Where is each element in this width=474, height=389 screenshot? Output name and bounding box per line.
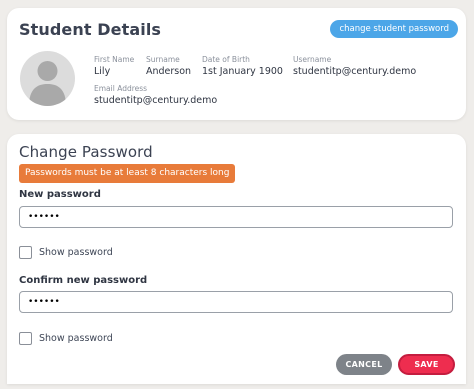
surname-label: Surname	[146, 55, 180, 64]
change-password-card: Change Password Passwords must be at lea…	[7, 134, 466, 384]
cancel-button[interactable]: CANCEL	[336, 354, 392, 375]
new-password-label: New password	[19, 189, 101, 200]
first-name-value: Lily	[94, 66, 111, 77]
student-details-card: Student Details change student password …	[7, 8, 466, 120]
first-name-label: First Name	[94, 55, 135, 64]
save-button[interactable]: SAVE	[398, 354, 455, 375]
change-student-password-button[interactable]: change student password	[330, 20, 458, 38]
dob-label: Date of Birth	[202, 55, 250, 64]
email-value: studentitp@century.demo	[94, 95, 218, 106]
show-password-label-2: Show password	[39, 333, 113, 344]
username-label: Username	[293, 55, 332, 64]
show-password-label-1: Show password	[39, 247, 113, 258]
avatar	[20, 51, 75, 106]
change-password-title: Change Password	[19, 143, 153, 161]
show-password-checkbox-1[interactable]	[19, 246, 32, 259]
new-password-input[interactable]	[19, 206, 453, 228]
username-value: studentitp@century.demo	[293, 66, 417, 77]
student-details-title: Student Details	[19, 20, 162, 39]
confirm-password-input[interactable]	[19, 291, 453, 313]
show-password-row-1[interactable]: Show password	[19, 246, 113, 259]
password-length-warning: Passwords must be at least 8 characters …	[19, 164, 236, 183]
confirm-password-label: Confirm new password	[19, 275, 148, 286]
surname-value: Anderson	[146, 66, 192, 77]
email-label: Email Address	[94, 84, 148, 93]
dob-value: 1st January 1900	[202, 66, 283, 77]
show-password-checkbox-2[interactable]	[19, 332, 32, 345]
user-silhouette-icon	[29, 61, 66, 106]
show-password-row-2[interactable]: Show password	[19, 332, 113, 345]
